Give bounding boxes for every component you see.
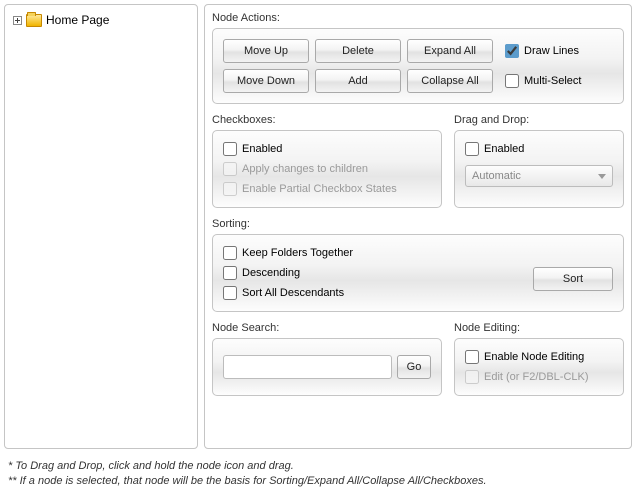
edit-label: Edit (or F2/DBL-CLK) [484, 371, 589, 383]
checkboxes-dnd-row: Checkboxes: Enabled Apply changes to chi… [212, 114, 624, 208]
dnd-enabled-label: Enabled [484, 143, 524, 155]
enable-editing-checkbox[interactable] [465, 350, 479, 364]
cb-apply-children-checkbox [223, 162, 237, 176]
enable-editing-label: Enable Node Editing [484, 351, 584, 363]
edit-checkbox [465, 370, 479, 384]
checkboxes-fieldset: Enabled Apply changes to children Enable… [212, 130, 442, 208]
dnd-mode-select[interactable]: Automatic [465, 165, 613, 187]
checkboxes-title: Checkboxes: [212, 114, 442, 126]
add-button[interactable]: Add [315, 69, 401, 93]
cb-apply-children-label: Apply changes to children [242, 163, 368, 175]
sorting-fieldset: Keep Folders Together Descending Sort Al… [212, 234, 624, 312]
search-input[interactable] [223, 355, 392, 379]
go-button[interactable]: Go [397, 355, 431, 379]
search-title: Node Search: [212, 322, 442, 334]
main-area: Home Page Node Actions: Move Up Delete E… [4, 4, 632, 449]
footer-line-2: ** If a node is selected, that node will… [8, 474, 632, 489]
search-section: Node Search: Go [212, 322, 442, 396]
dragdrop-title: Drag and Drop: [454, 114, 624, 126]
editing-title: Node Editing: [454, 322, 624, 334]
search-editing-row: Node Search: Go Node Editing: Enable Nod… [212, 322, 624, 396]
descending-label: Descending [242, 267, 300, 279]
folder-icon [26, 14, 42, 27]
dragdrop-section: Drag and Drop: Enabled Automatic [454, 114, 624, 208]
keep-folders-label: Keep Folders Together [242, 247, 353, 259]
descending-checkbox[interactable] [223, 266, 237, 280]
cb-partial-label: Enable Partial Checkbox States [242, 183, 397, 195]
node-actions-fieldset: Move Up Delete Expand All Draw Lines Mov… [212, 28, 624, 104]
draw-lines-checkbox[interactable] [505, 44, 519, 58]
editing-fieldset: Enable Node Editing Edit (or F2/DBL-CLK) [454, 338, 624, 396]
draw-lines-label: Draw Lines [524, 45, 579, 57]
multi-select-label: Multi-Select [524, 75, 581, 87]
controls-panel: Node Actions: Move Up Delete Expand All … [204, 4, 632, 449]
sorting-title: Sorting: [212, 218, 624, 230]
dragdrop-fieldset: Enabled Automatic [454, 130, 624, 208]
multi-select-checkbox[interactable] [505, 74, 519, 88]
chevron-down-icon [598, 174, 606, 179]
checkboxes-section: Checkboxes: Enabled Apply changes to chi… [212, 114, 442, 208]
move-up-button[interactable]: Move Up [223, 39, 309, 63]
footer-line-1: * To Drag and Drop, click and hold the n… [8, 459, 632, 474]
sort-button[interactable]: Sort [533, 267, 613, 291]
delete-button[interactable]: Delete [315, 39, 401, 63]
tree-root-node[interactable]: Home Page [12, 12, 190, 27]
search-fieldset: Go [212, 338, 442, 396]
expand-icon[interactable] [12, 15, 22, 25]
keep-folders-checkbox[interactable] [223, 246, 237, 260]
node-actions-title: Node Actions: [212, 12, 624, 24]
editing-section: Node Editing: Enable Node Editing Edit (… [454, 322, 624, 396]
dnd-mode-value: Automatic [472, 170, 521, 182]
sort-all-checkbox[interactable] [223, 286, 237, 300]
collapse-all-button[interactable]: Collapse All [407, 69, 493, 93]
sort-all-label: Sort All Descendants [242, 287, 344, 299]
cb-enabled-label: Enabled [242, 143, 282, 155]
tree-root-label: Home Page [46, 13, 109, 27]
cb-enabled-checkbox[interactable] [223, 142, 237, 156]
move-down-button[interactable]: Move Down [223, 69, 309, 93]
tree-panel: Home Page [4, 4, 198, 449]
expand-all-button[interactable]: Expand All [407, 39, 493, 63]
sorting-section: Sorting: Keep Folders Together Descendin… [212, 218, 624, 312]
dnd-enabled-checkbox[interactable] [465, 142, 479, 156]
footer-notes: * To Drag and Drop, click and hold the n… [4, 459, 632, 490]
node-actions-section: Node Actions: Move Up Delete Expand All … [212, 12, 624, 104]
cb-partial-checkbox [223, 182, 237, 196]
